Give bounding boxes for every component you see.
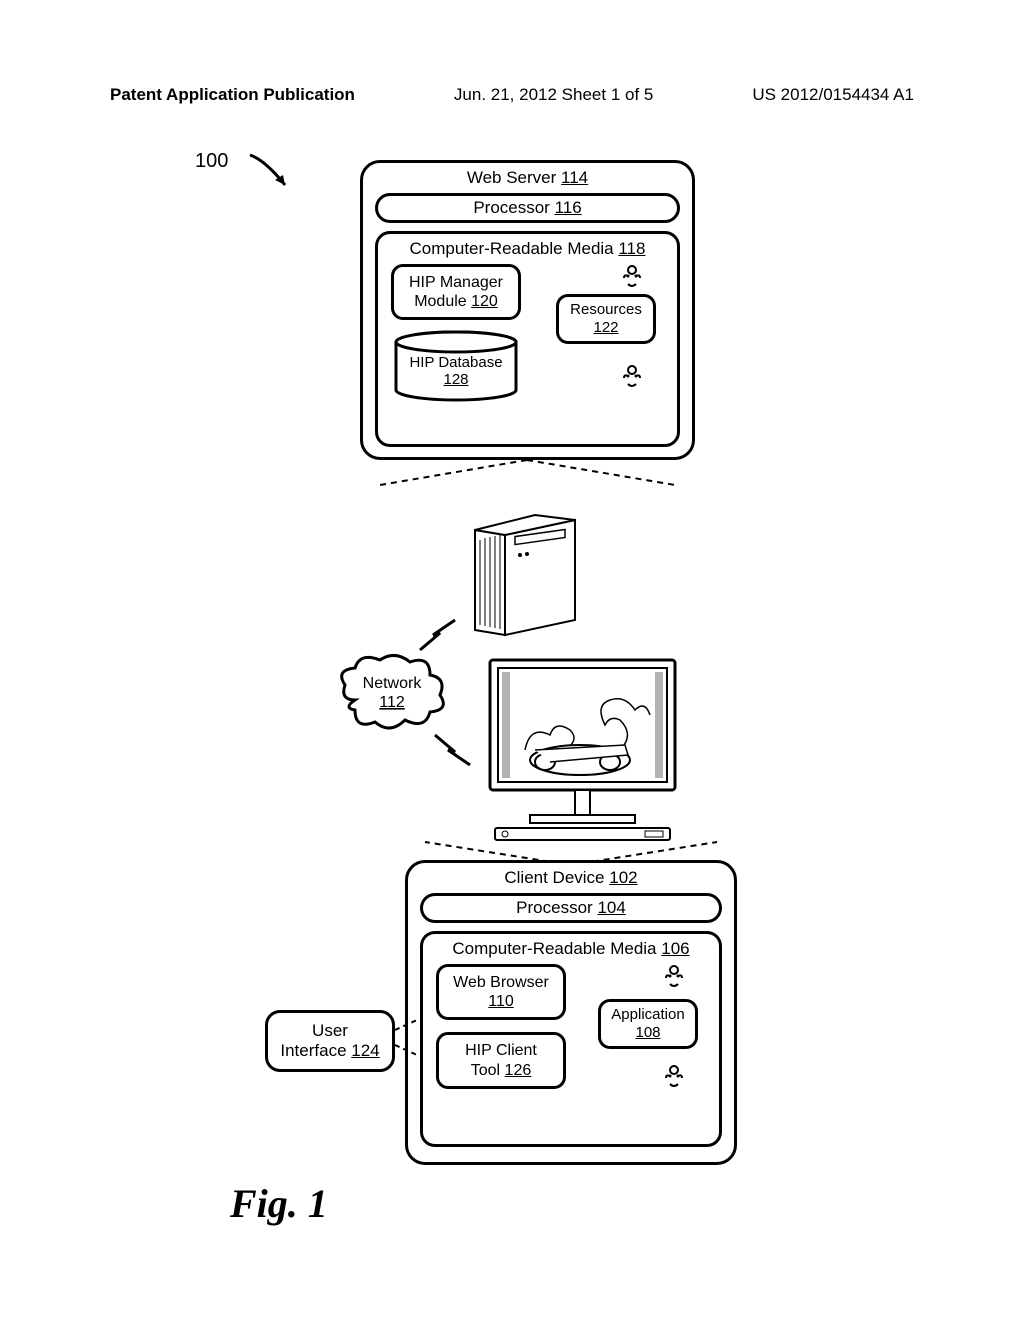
application-box: Application 108: [598, 999, 698, 1049]
user-interface-box: UserInterface 124: [265, 1010, 395, 1072]
reference-number-100: 100: [195, 150, 228, 173]
lightning-connector-1: [415, 615, 465, 655]
svg-text:112: 112: [379, 694, 405, 711]
monitor-icon: [480, 650, 685, 850]
hip-client-tool-box: HIP ClientTool 126: [436, 1032, 566, 1088]
resources-box: Resources 122: [556, 294, 656, 344]
client-device-container: Client Device 102 Processor 104 Computer…: [405, 860, 737, 1165]
media-box-client: Computer-Readable Media 106 Web Browser …: [420, 931, 722, 1147]
ui-connector: [395, 1015, 425, 1065]
processor-box-client: Processor 104: [420, 893, 722, 923]
svg-text:Network: Network: [363, 675, 423, 692]
hip-manager-module: HIP ManagerModule 120: [391, 264, 521, 320]
arrow-icon: [245, 150, 305, 200]
friend-icon: [620, 364, 644, 390]
network-cloud: Network 112: [335, 650, 450, 740]
header-publication: Patent Application Publication: [110, 85, 355, 105]
client-device-title: Client Device 102: [408, 863, 734, 893]
friend-icon: [662, 964, 686, 990]
web-server-title: Web Server 114: [363, 163, 692, 193]
hip-database: HIP Database 128: [391, 330, 521, 410]
header-patent-number: US 2012/0154434 A1: [752, 85, 914, 105]
figure-label: Fig. 1: [230, 1180, 328, 1227]
media-box-server: Computer-Readable Media 118 HIP ManagerM…: [375, 231, 680, 447]
web-browser-box: Web Browser 110: [436, 964, 566, 1020]
server-tower-icon: [455, 490, 605, 640]
dashed-connector-server: [360, 460, 695, 490]
header-date-sheet: Jun. 21, 2012 Sheet 1 of 5: [454, 85, 653, 105]
web-server-container: Web Server 114 Processor 116 Computer-Re…: [360, 160, 695, 460]
processor-box-server: Processor 116: [375, 193, 680, 223]
friend-icon: [662, 1064, 686, 1090]
lightning-connector-2: [430, 730, 480, 770]
friend-icon: [620, 264, 644, 290]
